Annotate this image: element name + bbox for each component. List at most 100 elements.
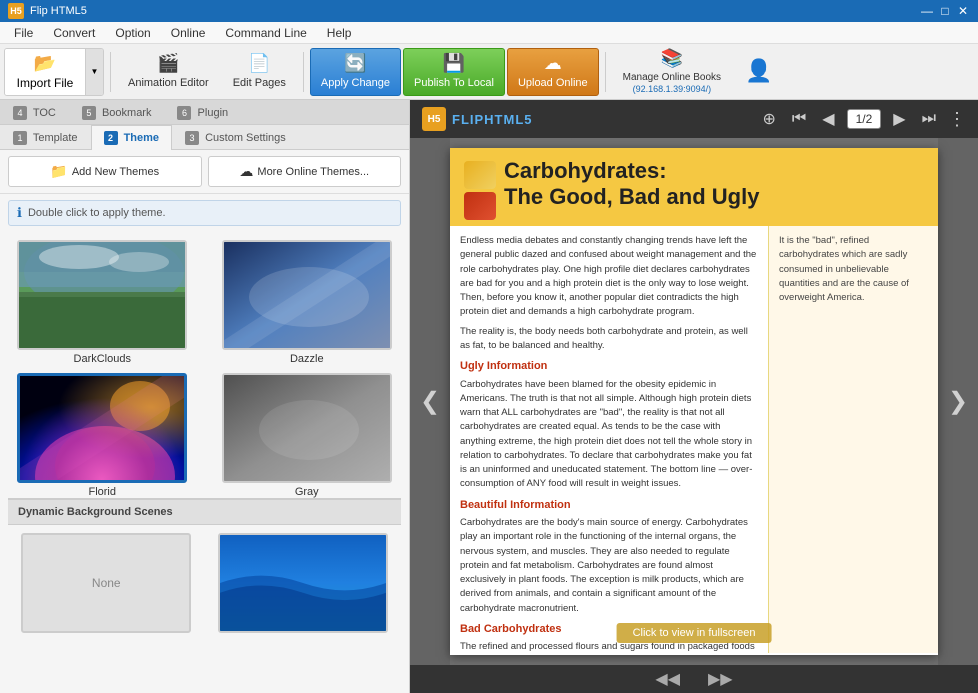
dynamic-section-header: Dynamic Background Scenes: [8, 499, 401, 525]
tab-toc[interactable]: 4 TOC: [0, 100, 69, 125]
upload-online-button[interactable]: ☁ Upload Online: [507, 48, 599, 96]
edit-pages-icon: 📄: [248, 53, 270, 75]
preview-bottom: ◀◀ ▶▶: [410, 665, 978, 693]
tab-row-top: 4 TOC 5 Bookmark 6 Plugin: [0, 100, 409, 125]
dynamic-item-none[interactable]: None: [16, 533, 197, 633]
more-online-themes-button[interactable]: ☁ More Online Themes...: [208, 156, 402, 187]
preview-logo-text: FLIPHTML5: [452, 112, 533, 127]
animation-editor-button[interactable]: 🎬 Animation Editor: [117, 48, 220, 96]
sub-tab-row: 📁 Add New Themes ☁ More Online Themes...: [0, 150, 409, 194]
window-controls: — □ ✕: [920, 4, 970, 18]
upload-icon: ☁: [544, 53, 562, 75]
theme-item-florid[interactable]: Florid: [8, 373, 197, 498]
preview-logo-icon: H5: [422, 107, 446, 131]
publish-to-local-button[interactable]: 💾 Publish To Local: [403, 48, 505, 96]
divider-3: [605, 52, 606, 92]
info-icon: ℹ: [17, 205, 22, 221]
import-file-button[interactable]: 📂 Import File: [5, 49, 85, 95]
dynamic-item-bluewater[interactable]: [213, 533, 394, 633]
divider-2: [303, 52, 304, 92]
theme-name-gray: Gray: [295, 486, 319, 498]
preview-toolbar: H5 FLIPHTML5 ⊕ ⏮ ◀ 1/2 ▶ ⏭ ⋮: [410, 100, 978, 138]
page-header: Carbohydrates: The Good, Bad and Ugly: [450, 148, 938, 226]
theme-item-dazzle[interactable]: Dazzle: [213, 240, 402, 365]
theme-item-gray[interactable]: Gray: [213, 373, 402, 498]
next-page-nav[interactable]: ❯: [938, 138, 978, 665]
theme-thumb-dazzle: [222, 240, 392, 350]
title-bar: H5 Flip HTML5 — □ ✕: [0, 0, 978, 22]
import-file-group: 📂 Import File ▼: [4, 48, 104, 96]
info-bar: ℹ Double click to apply theme.: [8, 200, 401, 226]
page-indicator[interactable]: 1/2: [847, 109, 882, 129]
dynamic-body: None: [8, 525, 401, 641]
page-content: Carbohydrates: The Good, Bad and Ugly En…: [450, 148, 938, 655]
import-icon: 📂: [34, 53, 56, 74]
prev-page-button[interactable]: ◀: [818, 105, 838, 133]
page-left-column: Endless media debates and constantly cha…: [450, 226, 768, 653]
tab-plugin[interactable]: 6 Plugin: [164, 100, 241, 125]
sidebox-text: It is the "bad", refined carbohydrates w…: [779, 234, 928, 305]
menu-bar: File Convert Option Online Command Line …: [0, 22, 978, 44]
theme-thumb-darkclouds: [17, 240, 187, 350]
menu-command-line[interactable]: Command Line: [215, 24, 316, 42]
first-page-button[interactable]: ⏮: [788, 106, 810, 132]
bottom-prev-button[interactable]: ◀◀: [649, 667, 686, 691]
import-dropdown-arrow[interactable]: ▼: [85, 48, 103, 96]
page-body1: The reality is, the body needs both carb…: [460, 325, 758, 354]
page-right-column: It is the "bad", refined carbohydrates w…: [768, 226, 938, 653]
app-title: Flip HTML5: [30, 5, 920, 17]
theme-name-dazzle: Dazzle: [290, 353, 324, 365]
tab-theme[interactable]: 2 Theme: [91, 125, 173, 150]
apply-change-icon: 🔄: [344, 53, 366, 75]
theme-grid[interactable]: DarkClouds: [0, 232, 409, 693]
preview-logo: H5 FLIPHTML5: [422, 107, 533, 131]
publish-icon: 💾: [443, 53, 465, 75]
close-button[interactable]: ✕: [956, 4, 970, 18]
theme-item-darkclouds[interactable]: DarkClouds: [8, 240, 197, 365]
menu-help[interactable]: Help: [317, 24, 362, 42]
minimize-button[interactable]: —: [920, 4, 934, 18]
manage-online-books-button[interactable]: 📚 Manage Online Books (92.168.1.39:9094/…: [612, 48, 732, 96]
last-page-button[interactable]: ⏭: [918, 106, 940, 132]
add-new-themes-button[interactable]: 📁 Add New Themes: [8, 156, 202, 187]
theme-name-florid: Florid: [88, 486, 116, 498]
add-themes-icon: 📁: [50, 163, 67, 180]
zoom-button[interactable]: ⊕: [758, 105, 779, 133]
more-options-button[interactable]: ⋮: [948, 109, 966, 130]
edit-pages-button[interactable]: 📄 Edit Pages: [222, 48, 297, 96]
theme-thumb-gray: [222, 373, 392, 483]
page-intro: Endless media debates and constantly cha…: [460, 234, 758, 320]
beautiful-text: Carbohydrates are the body's main source…: [460, 516, 758, 616]
beautiful-title: Beautiful Information: [460, 497, 758, 514]
ugly-text: Carbohydrates have been blamed for the o…: [460, 378, 758, 492]
theme-name-darkclouds: DarkClouds: [74, 353, 131, 365]
prev-page-nav[interactable]: ❮: [410, 138, 450, 665]
menu-file[interactable]: File: [4, 24, 43, 42]
profile-icon: 👤: [745, 58, 772, 84]
page-title-area: Carbohydrates: The Good, Bad and Ugly: [504, 158, 759, 211]
toolbar: 📂 Import File ▼ 🎬 Animation Editor 📄 Edi…: [0, 44, 978, 100]
profile-button[interactable]: 👤: [734, 48, 783, 96]
fullscreen-hint[interactable]: Click to view in fullscreen: [617, 623, 772, 643]
header-image-1: [464, 161, 496, 189]
theme-panel: 📁 Add New Themes ☁ More Online Themes...…: [0, 150, 409, 693]
dynamic-thumb-none: None: [21, 533, 191, 633]
tab-bookmark[interactable]: 5 Bookmark: [69, 100, 165, 125]
maximize-button[interactable]: □: [938, 4, 952, 18]
menu-online[interactable]: Online: [161, 24, 216, 42]
left-panel: 4 TOC 5 Bookmark 6 Plugin 1 Template 2 T…: [0, 100, 410, 693]
next-page-button[interactable]: ▶: [889, 105, 909, 133]
tab-custom-settings[interactable]: 3 Custom Settings: [172, 125, 299, 150]
tab-row-bottom: 1 Template 2 Theme 3 Custom Settings: [0, 125, 409, 150]
menu-option[interactable]: Option: [105, 24, 160, 42]
apply-change-button[interactable]: 🔄 Apply Change: [310, 48, 401, 96]
dynamic-thumb-bluewater: [218, 533, 388, 633]
theme-thumb-florid: [17, 373, 187, 483]
tab-template[interactable]: 1 Template: [0, 125, 91, 150]
page-title-line2: The Good, Bad and Ugly: [504, 184, 759, 210]
main-content: 4 TOC 5 Bookmark 6 Plugin 1 Template 2 T…: [0, 100, 978, 693]
manage-books-icon: 📚: [661, 48, 683, 70]
bottom-next-button[interactable]: ▶▶: [702, 667, 739, 691]
menu-convert[interactable]: Convert: [43, 24, 105, 42]
page-header-images: [464, 158, 496, 220]
